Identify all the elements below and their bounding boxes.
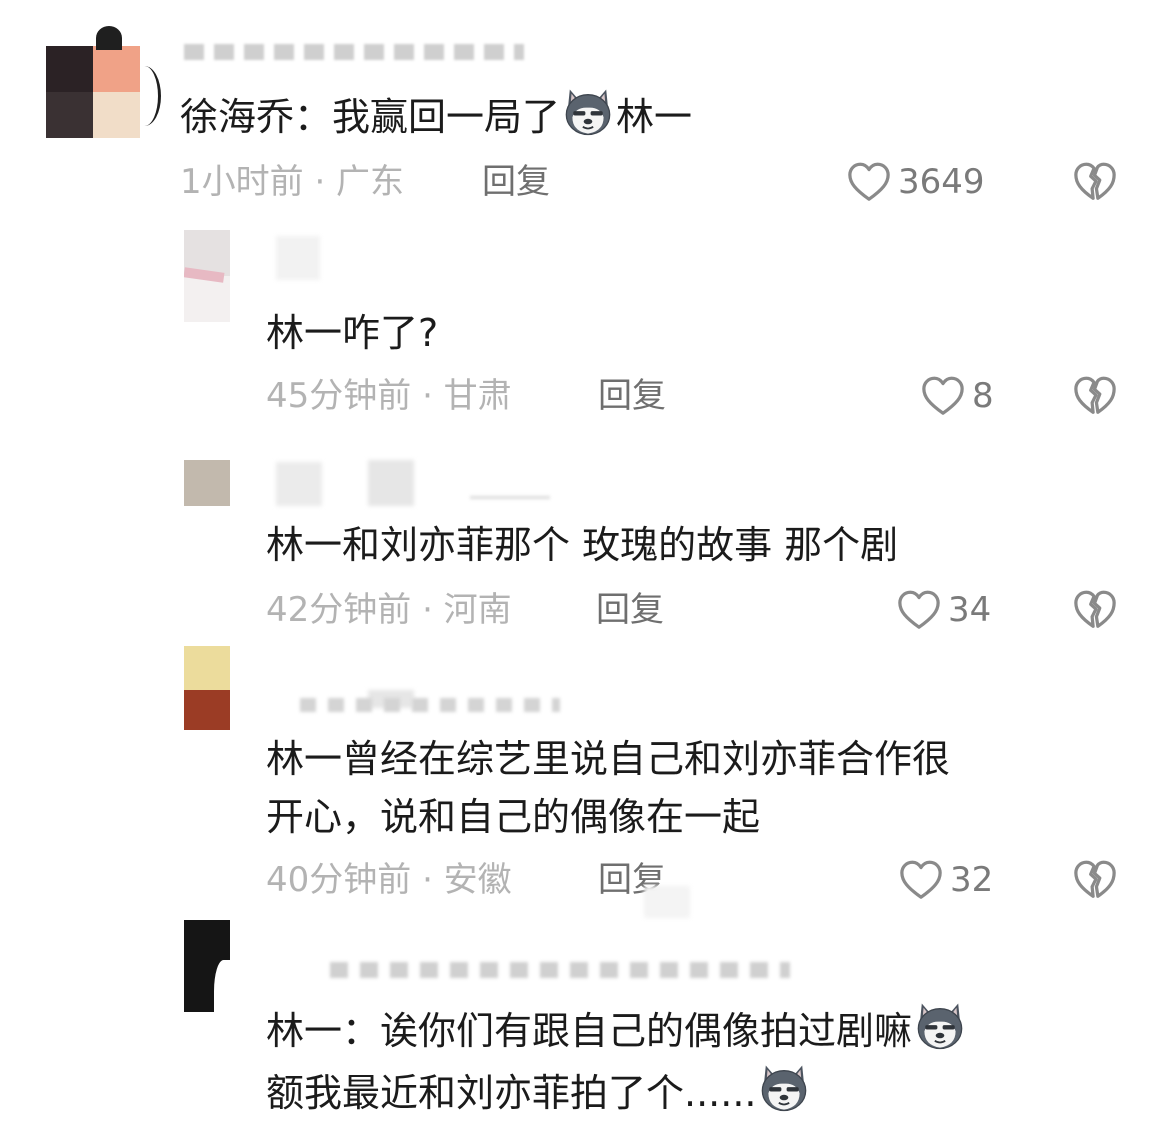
comment-meta: 40分钟前 · 安徽 bbox=[266, 860, 512, 900]
broken-heart-icon[interactable] bbox=[1072, 160, 1118, 204]
comment-text: 徐海乔：我赢回一局了 林一 bbox=[180, 86, 692, 148]
husky-dog-emoji-icon bbox=[758, 1062, 810, 1114]
broken-heart-icon[interactable] bbox=[1072, 374, 1118, 418]
username-obscured bbox=[368, 460, 414, 506]
comment-text-part: 林一 bbox=[616, 95, 693, 139]
comment-text-part: 额我最近和刘亦菲拍了个...... bbox=[266, 1071, 757, 1115]
reply-button[interactable]: 回复 bbox=[482, 162, 550, 202]
reply-button[interactable]: 回复 bbox=[598, 376, 666, 416]
username-obscured bbox=[330, 962, 790, 978]
comment-text: 林一和刘亦菲那个 玫瑰的故事 那个剧 bbox=[266, 523, 899, 567]
like-button[interactable]: 32 bbox=[898, 858, 993, 902]
comment-text: 开心，说和自己的偶像在一起 bbox=[266, 795, 761, 839]
like-count: 32 bbox=[950, 860, 994, 900]
comment-text: 林一咋了? bbox=[266, 311, 439, 355]
heart-outline-icon bbox=[896, 588, 942, 632]
like-count: 8 bbox=[972, 376, 994, 416]
comment-text: 林一曾经在综艺里说自己和刘亦菲合作很 bbox=[266, 737, 951, 781]
heart-outline-icon bbox=[898, 858, 944, 902]
avatar-edge bbox=[96, 26, 122, 50]
comment-text: 林一：诶你们有跟自己的偶像拍过剧嘛 bbox=[266, 1000, 968, 1062]
husky-dog-emoji-icon bbox=[914, 1000, 966, 1052]
like-button[interactable]: 8 bbox=[920, 374, 994, 418]
overlay-obscured bbox=[644, 886, 690, 918]
comment-text: 额我最近和刘亦菲拍了个...... bbox=[266, 1062, 812, 1124]
heart-outline-icon bbox=[846, 160, 892, 204]
username-obscured bbox=[276, 462, 322, 506]
comment-text-part: 林一：诶你们有跟自己的偶像拍过剧嘛 bbox=[266, 1009, 913, 1053]
comment-meta: 42分钟前 · 河南 bbox=[266, 590, 512, 630]
username-obscured bbox=[470, 470, 550, 499]
like-button[interactable]: 34 bbox=[896, 588, 991, 632]
broken-heart-icon[interactable] bbox=[1072, 588, 1118, 632]
username-obscured bbox=[276, 236, 320, 280]
like-count: 34 bbox=[948, 590, 992, 630]
reply-button[interactable]: 回复 bbox=[596, 590, 664, 630]
avatar-edge bbox=[128, 66, 161, 126]
avatar[interactable] bbox=[46, 46, 140, 138]
comment-meta: 45分钟前 · 甘肃 bbox=[266, 376, 512, 416]
username-obscured bbox=[300, 698, 560, 712]
username-obscured bbox=[184, 38, 524, 60]
avatar[interactable] bbox=[184, 460, 230, 506]
heart-outline-icon bbox=[920, 374, 966, 418]
like-button[interactable]: 3649 bbox=[846, 160, 985, 204]
avatar[interactable] bbox=[184, 646, 230, 730]
comment-text-part: 徐海乔：我赢回一局了 bbox=[180, 95, 561, 139]
comment-meta: 1小时前 · 广东 bbox=[180, 162, 405, 202]
like-count: 3649 bbox=[898, 162, 985, 202]
broken-heart-icon[interactable] bbox=[1072, 858, 1118, 902]
husky-dog-emoji-icon bbox=[562, 86, 614, 138]
avatar[interactable] bbox=[184, 230, 230, 322]
avatar[interactable] bbox=[184, 920, 230, 1012]
